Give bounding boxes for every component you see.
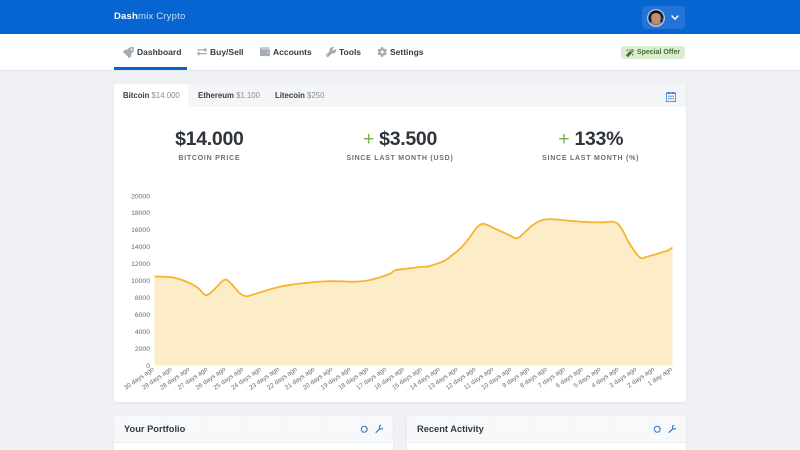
svg-text:12000: 12000: [131, 261, 150, 268]
svg-text:18000: 18000: [131, 210, 150, 217]
svg-text:20000: 20000: [131, 193, 150, 200]
svg-text:8000: 8000: [135, 295, 150, 302]
svg-text:2000: 2000: [135, 346, 150, 353]
svg-text:4000: 4000: [135, 329, 150, 336]
svg-text:14000: 14000: [131, 244, 150, 251]
svg-text:6000: 6000: [135, 312, 150, 319]
svg-text:10000: 10000: [131, 278, 150, 285]
svg-text:16000: 16000: [131, 227, 150, 234]
